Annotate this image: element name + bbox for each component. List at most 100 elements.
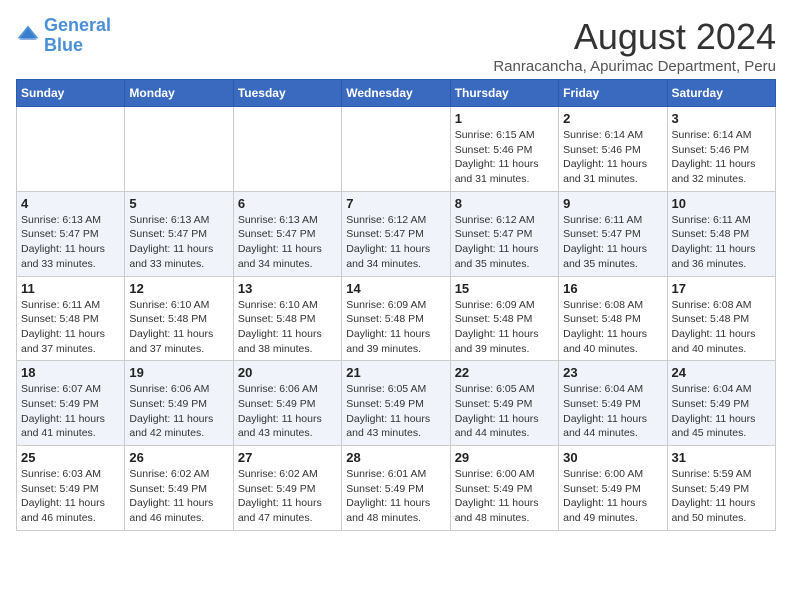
day-number: 29 xyxy=(455,450,554,465)
day-number: 19 xyxy=(129,365,228,380)
calendar-cell: 11 Sunrise: 6:11 AMSunset: 5:48 PMDayligh… xyxy=(17,276,125,361)
day-info: Sunrise: 6:06 AMSunset: 5:49 PMDaylight:… xyxy=(238,382,337,441)
day-info: Sunrise: 6:07 AMSunset: 5:49 PMDaylight:… xyxy=(21,382,120,441)
calendar-cell: 31 Sunrise: 5:59 AMSunset: 5:49 PMDayligh… xyxy=(667,446,775,531)
calendar-week-row: 1Sunrise: 6:15 AMSunset: 5:46 PMDaylight… xyxy=(17,107,776,192)
calendar-cell: 13 Sunrise: 6:10 AMSunset: 5:48 PMDayligh… xyxy=(233,276,341,361)
calendar-cell: 24 Sunrise: 6:04 AMSunset: 5:49 PMDayligh… xyxy=(667,361,775,446)
day-info: Sunrise: 6:06 AMSunset: 5:49 PMDaylight:… xyxy=(129,382,228,441)
day-info: Sunrise: 6:11 AMSunset: 5:48 PMDaylight:… xyxy=(21,298,120,357)
calendar-cell: 9 Sunrise: 6:11 AMSunset: 5:47 PMDaylight… xyxy=(559,191,667,276)
weekday-header: Thursday xyxy=(450,80,558,107)
logo-blue: Blue xyxy=(44,36,111,56)
day-info: Sunrise: 6:08 AMSunset: 5:48 PMDaylight:… xyxy=(563,298,662,357)
day-number: 31 xyxy=(672,450,771,465)
day-number: 23 xyxy=(563,365,662,380)
weekday-header: Tuesday xyxy=(233,80,341,107)
day-info: Sunrise: 6:11 AMSunset: 5:48 PMDaylight:… xyxy=(672,213,771,272)
weekday-header: Sunday xyxy=(17,80,125,107)
day-number: 15 xyxy=(455,281,554,296)
day-number: 16 xyxy=(563,281,662,296)
day-number: 10 xyxy=(672,196,771,211)
day-info: Sunrise: 6:01 AMSunset: 5:49 PMDaylight:… xyxy=(346,467,445,526)
calendar-cell: 30Sunrise: 6:00 AMSunset: 5:49 PMDayligh… xyxy=(559,446,667,531)
calendar-cell: 14 Sunrise: 6:09 AMSunset: 5:48 PMDayligh… xyxy=(342,276,450,361)
day-info: Sunrise: 6:14 AMSunset: 5:46 PMDaylight:… xyxy=(672,128,771,187)
day-info: Sunrise: 6:04 AMSunset: 5:49 PMDaylight:… xyxy=(563,382,662,441)
day-info: Sunrise: 6:13 AMSunset: 5:47 PMDaylight:… xyxy=(21,213,120,272)
calendar-cell: 1Sunrise: 6:15 AMSunset: 5:46 PMDaylight… xyxy=(450,107,558,192)
day-number: 24 xyxy=(672,365,771,380)
day-info: Sunrise: 6:10 AMSunset: 5:48 PMDaylight:… xyxy=(238,298,337,357)
calendar-cell: 12Sunrise: 6:10 AMSunset: 5:48 PMDayligh… xyxy=(125,276,233,361)
calendar-cell: 16 Sunrise: 6:08 AMSunset: 5:48 PMDayligh… xyxy=(559,276,667,361)
weekday-header-row: SundayMondayTuesdayWednesdayThursdayFrid… xyxy=(17,80,776,107)
day-number: 11 xyxy=(21,281,120,296)
day-info: Sunrise: 6:04 AMSunset: 5:49 PMDaylight:… xyxy=(672,382,771,441)
weekday-header: Monday xyxy=(125,80,233,107)
calendar-cell: 3 Sunrise: 6:14 AMSunset: 5:46 PMDaylight… xyxy=(667,107,775,192)
day-info: Sunrise: 5:59 AMSunset: 5:49 PMDaylight:… xyxy=(672,467,771,526)
day-info: Sunrise: 6:09 AMSunset: 5:48 PMDaylight:… xyxy=(455,298,554,357)
calendar-cell: 20Sunrise: 6:06 AMSunset: 5:49 PMDayligh… xyxy=(233,361,341,446)
calendar-cell: 5 Sunrise: 6:13 AMSunset: 5:47 PMDaylight… xyxy=(125,191,233,276)
calendar-week-row: 25Sunrise: 6:03 AMSunset: 5:49 PMDayligh… xyxy=(17,446,776,531)
calendar-cell: 25Sunrise: 6:03 AMSunset: 5:49 PMDayligh… xyxy=(17,446,125,531)
day-number: 30 xyxy=(563,450,662,465)
day-info: Sunrise: 6:10 AMSunset: 5:48 PMDaylight:… xyxy=(129,298,228,357)
logo-text: General Blue xyxy=(44,16,111,56)
day-number: 1 xyxy=(455,111,554,126)
calendar-cell: 8 Sunrise: 6:12 AMSunset: 5:47 PMDaylight… xyxy=(450,191,558,276)
calendar-cell: 26 Sunrise: 6:02 AMSunset: 5:49 PMDayligh… xyxy=(125,446,233,531)
day-number: 9 xyxy=(563,196,662,211)
calendar-cell xyxy=(17,107,125,192)
calendar-cell: 2Sunrise: 6:14 AMSunset: 5:46 PMDaylight… xyxy=(559,107,667,192)
day-info: Sunrise: 6:12 AMSunset: 5:47 PMDaylight:… xyxy=(346,213,445,272)
calendar-cell: 19 Sunrise: 6:06 AMSunset: 5:49 PMDayligh… xyxy=(125,361,233,446)
day-number: 8 xyxy=(455,196,554,211)
calendar-cell: 23 Sunrise: 6:04 AMSunset: 5:49 PMDayligh… xyxy=(559,361,667,446)
day-number: 3 xyxy=(672,111,771,126)
day-info: Sunrise: 6:02 AMSunset: 5:49 PMDaylight:… xyxy=(129,467,228,526)
day-info: Sunrise: 6:00 AMSunset: 5:49 PMDaylight:… xyxy=(455,467,554,526)
day-number: 27 xyxy=(238,450,337,465)
title-area: August 2024 Ranracancha, Apurimac Depart… xyxy=(493,16,776,75)
day-info: Sunrise: 6:05 AMSunset: 5:49 PMDaylight:… xyxy=(455,382,554,441)
day-info: Sunrise: 6:02 AMSunset: 5:49 PMDaylight:… xyxy=(238,467,337,526)
day-number: 2 xyxy=(563,111,662,126)
calendar-cell xyxy=(342,107,450,192)
calendar-week-row: 18Sunrise: 6:07 AMSunset: 5:49 PMDayligh… xyxy=(17,361,776,446)
calendar-cell: 4 Sunrise: 6:13 AMSunset: 5:47 PMDaylight… xyxy=(17,191,125,276)
calendar-cell: 28 Sunrise: 6:01 AMSunset: 5:49 PMDayligh… xyxy=(342,446,450,531)
main-title: August 2024 xyxy=(493,16,776,58)
calendar-cell: 6Sunrise: 6:13 AMSunset: 5:47 PMDaylight… xyxy=(233,191,341,276)
calendar-cell: 15 Sunrise: 6:09 AMSunset: 5:48 PMDayligh… xyxy=(450,276,558,361)
day-info: Sunrise: 6:11 AMSunset: 5:47 PMDaylight:… xyxy=(563,213,662,272)
calendar-cell xyxy=(233,107,341,192)
calendar-week-row: 4 Sunrise: 6:13 AMSunset: 5:47 PMDaylight… xyxy=(17,191,776,276)
day-info: Sunrise: 6:08 AMSunset: 5:48 PMDaylight:… xyxy=(672,298,771,357)
day-number: 25 xyxy=(21,450,120,465)
day-info: Sunrise: 6:13 AMSunset: 5:47 PMDaylight:… xyxy=(129,213,228,272)
day-number: 13 xyxy=(238,281,337,296)
calendar-cell: 27 Sunrise: 6:02 AMSunset: 5:49 PMDayligh… xyxy=(233,446,341,531)
day-number: 17 xyxy=(672,281,771,296)
day-number: 5 xyxy=(129,196,228,211)
calendar-week-row: 11 Sunrise: 6:11 AMSunset: 5:48 PMDayligh… xyxy=(17,276,776,361)
day-number: 4 xyxy=(21,196,120,211)
day-info: Sunrise: 6:12 AMSunset: 5:47 PMDaylight:… xyxy=(455,213,554,272)
calendar-cell xyxy=(125,107,233,192)
day-number: 21 xyxy=(346,365,445,380)
day-number: 26 xyxy=(129,450,228,465)
calendar-cell: 18Sunrise: 6:07 AMSunset: 5:49 PMDayligh… xyxy=(17,361,125,446)
weekday-header: Wednesday xyxy=(342,80,450,107)
calendar-cell: 17 Sunrise: 6:08 AMSunset: 5:48 PMDayligh… xyxy=(667,276,775,361)
day-info: Sunrise: 6:05 AMSunset: 5:49 PMDaylight:… xyxy=(346,382,445,441)
day-number: 14 xyxy=(346,281,445,296)
logo: General Blue xyxy=(16,16,111,56)
weekday-header: Friday xyxy=(559,80,667,107)
day-number: 28 xyxy=(346,450,445,465)
day-info: Sunrise: 6:09 AMSunset: 5:48 PMDaylight:… xyxy=(346,298,445,357)
calendar-table: SundayMondayTuesdayWednesdayThursdayFrid… xyxy=(16,79,776,531)
day-info: Sunrise: 6:13 AMSunset: 5:47 PMDaylight:… xyxy=(238,213,337,272)
